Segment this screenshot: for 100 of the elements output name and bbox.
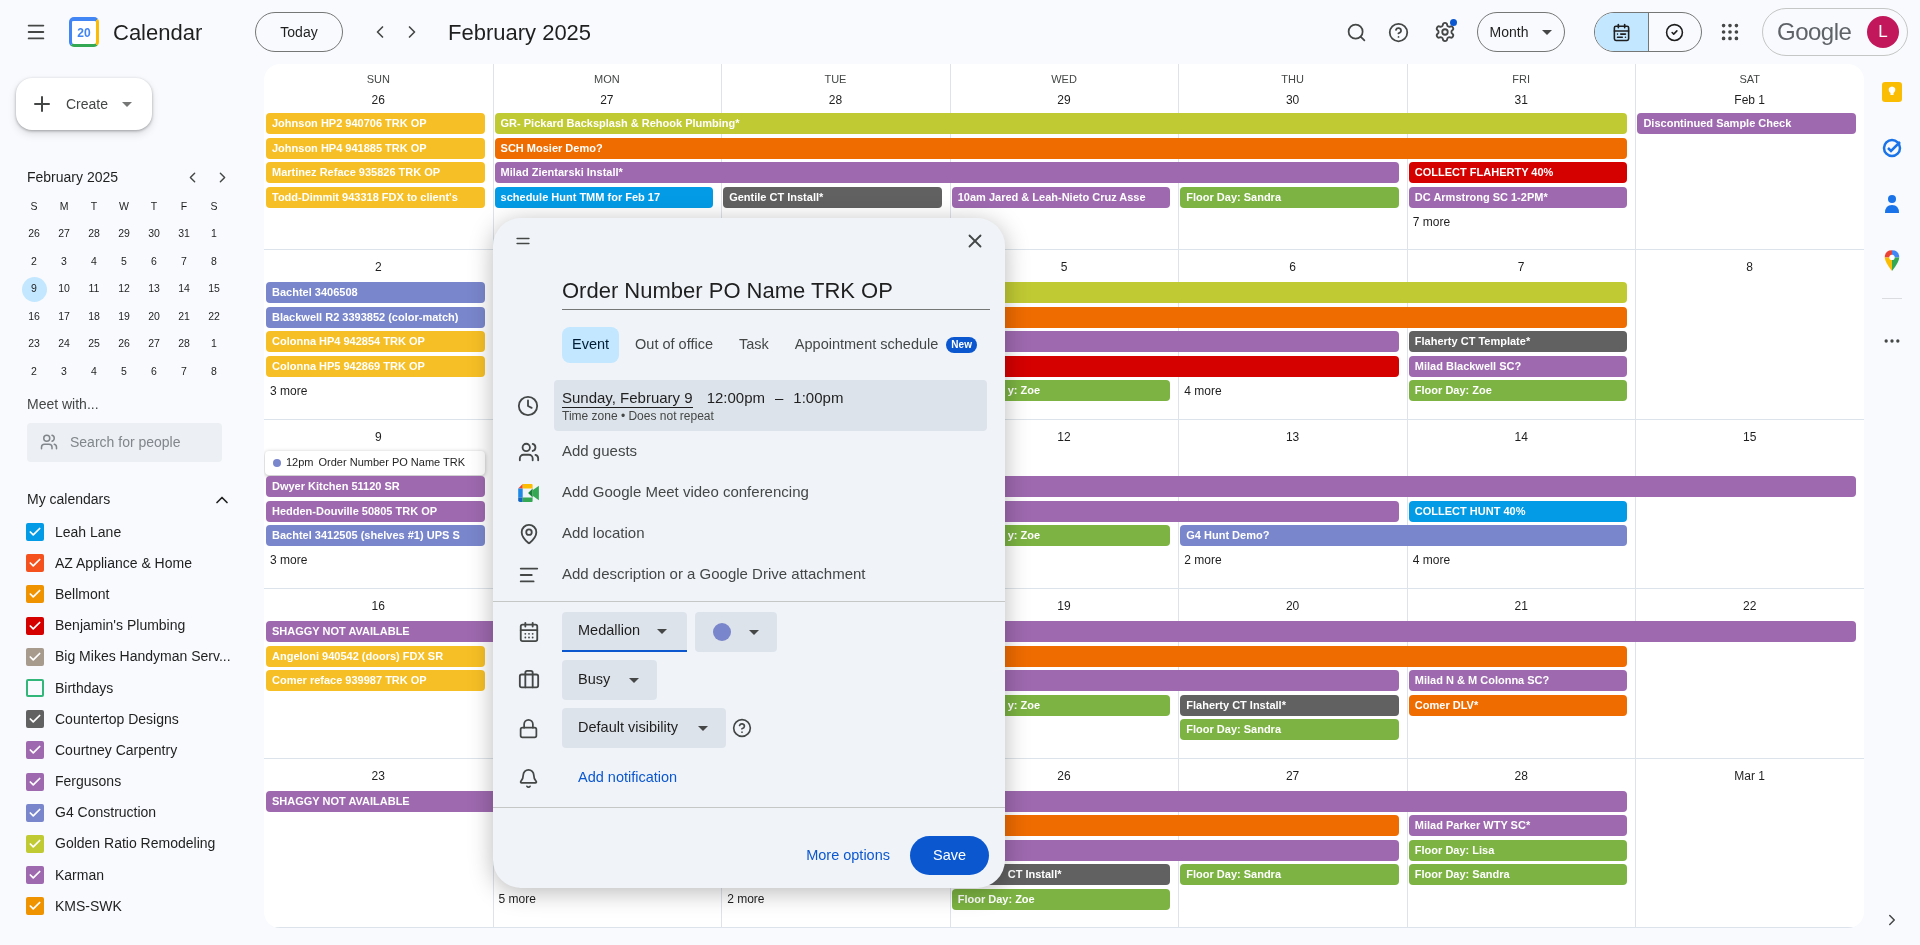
mini-calendar-day[interactable]: 31 (171, 221, 197, 247)
mini-calendar-day[interactable]: 6 (141, 359, 167, 385)
event-chip[interactable]: Milad N & M Colonna SC? (1408, 670, 1628, 691)
day-number[interactable]: 23 (371, 766, 385, 785)
mini-calendar-day[interactable]: 7 (171, 359, 197, 385)
day-number[interactable]: 14 (1514, 427, 1528, 446)
event-type-tab[interactable]: Appointment schedule New (784, 327, 987, 363)
event-chip[interactable]: DC Armstrong SC 1-2PM* (1408, 186, 1628, 208)
event-type-tab[interactable]: Task (729, 327, 779, 363)
mini-calendar-day[interactable]: 4 (81, 359, 107, 385)
mini-calendar-day[interactable]: 14 (171, 276, 197, 302)
day-number[interactable]: 28 (828, 91, 843, 109)
mini-calendar-day[interactable]: 19 (111, 304, 137, 330)
day-number[interactable]: 26 (1057, 766, 1071, 785)
mini-calendar-day[interactable]: 29 (111, 221, 137, 247)
mini-calendar-day[interactable]: 28 (171, 331, 197, 357)
event-chip[interactable]: Flaherty CT Template* (1408, 331, 1628, 352)
mini-calendar-day[interactable]: 21 (171, 304, 197, 330)
create-button[interactable]: Create (16, 78, 152, 130)
event-chip[interactable]: Dwyer Kitchen 51120 SR (266, 476, 485, 497)
checkbox[interactable] (26, 585, 44, 604)
mini-calendar-day[interactable]: 2 (21, 359, 47, 385)
mini-calendar-day[interactable]: 5 (111, 249, 137, 275)
mini-calendar-day[interactable]: 2 (21, 249, 47, 275)
mini-calendar-day[interactable]: 30 (141, 221, 167, 247)
mini-calendar-day[interactable]: 4 (81, 249, 107, 275)
event-chip[interactable]: Flaherty CT Install* (1180, 694, 1399, 716)
more-options-link[interactable]: More options (806, 844, 890, 867)
day-number[interactable]: 22 (1743, 597, 1757, 615)
option-link[interactable]: Add guests (562, 440, 638, 463)
mini-calendar-day[interactable]: 12 (111, 276, 137, 302)
mini-calendar-day[interactable]: 28 (81, 221, 107, 247)
event-chip[interactable]: Gentile CT Install* (723, 186, 942, 208)
checkbox[interactable] (26, 834, 44, 853)
mini-calendar-day[interactable]: 1 (201, 331, 227, 357)
day-number[interactable]: 16 (371, 597, 385, 615)
more-events-link[interactable]: 4 more (1184, 380, 1222, 402)
mini-calendar-day[interactable]: 20 (141, 304, 167, 330)
checkbox[interactable] (26, 647, 44, 666)
mini-calendar-day[interactable]: 16 (21, 304, 47, 330)
more-events-link[interactable]: 2 more (1184, 550, 1222, 572)
option-link[interactable]: Add location (562, 522, 645, 545)
save-button[interactable]: Save (910, 836, 989, 875)
checkbox[interactable] (26, 772, 44, 791)
day-number[interactable]: Mar 1 (1734, 766, 1766, 785)
map-pin-icon[interactable] (1883, 250, 1901, 272)
person-icon[interactable] (1882, 194, 1902, 214)
day-number[interactable]: 28 (1514, 766, 1528, 785)
option-link[interactable]: Add description or a Google Drive attachment (562, 563, 866, 586)
mini-calendar-day[interactable]: 26 (111, 331, 137, 357)
mini-calendar-day[interactable]: 23 (21, 331, 47, 357)
day-number[interactable]: 31 (1514, 91, 1528, 109)
checkbox[interactable] (26, 710, 44, 729)
day-number[interactable]: 13 (1285, 427, 1300, 446)
event-chip[interactable]: Discontinued Sample Check (1637, 113, 1856, 134)
more-events-link[interactable]: 5 more (498, 889, 536, 911)
mini-calendar-day[interactable]: 5 (111, 359, 137, 385)
mini-calendar-day[interactable]: 7 (171, 249, 197, 275)
event-date[interactable]: Sunday, February 9 (562, 387, 693, 408)
visibility-select[interactable]: Default visibility (562, 708, 726, 748)
add-notification-link[interactable]: Add notification (578, 767, 678, 789)
day-number[interactable]: 7 (1517, 258, 1525, 276)
mini-calendar-day[interactable]: 13 (141, 276, 167, 302)
day-number[interactable]: 6 (1289, 258, 1296, 276)
mini-calendar-day[interactable]: 15 (201, 276, 227, 302)
event-chip[interactable]: COLLECT FLAHERTY 40% (1408, 162, 1628, 183)
checkbox[interactable] (26, 523, 44, 542)
checkbox[interactable] (26, 741, 44, 760)
checkbox[interactable] (26, 616, 44, 635)
more-events-link[interactable]: 3 more (270, 380, 308, 402)
mini-calendar-day[interactable]: 1 (201, 221, 227, 247)
mini-calendar-day[interactable]: 10 (51, 276, 77, 302)
mini-calendar-day[interactable]: 9 (21, 276, 47, 302)
day-number[interactable]: 27 (600, 91, 614, 109)
calendar-select[interactable]: Medallion (562, 612, 687, 652)
event-chip[interactable]: Milad Parker WTY SC* (1408, 815, 1628, 836)
event-chip[interactable]: Milad Zientarski Install* (494, 162, 1399, 183)
day-number[interactable]: 2 (374, 258, 382, 276)
event-type-tab[interactable]: Event (562, 327, 620, 363)
more-events-link[interactable]: 4 more (1412, 550, 1451, 572)
people-search-field[interactable]: Search for people (27, 422, 222, 462)
color-select[interactable] (695, 612, 777, 652)
day-number[interactable]: 21 (1514, 597, 1528, 615)
day-number[interactable]: 19 (1057, 597, 1071, 615)
checkbox[interactable] (26, 866, 44, 885)
mini-calendar-day[interactable]: 26 (21, 221, 47, 247)
more-events-link[interactable]: 7 more (1412, 211, 1451, 233)
day-number[interactable]: Feb 1 (1734, 91, 1766, 109)
mini-calendar-day[interactable]: 3 (51, 249, 77, 275)
mini-calendar-day[interactable]: 6 (141, 249, 167, 275)
date-time-field[interactable]: Sunday, February 9 12:00pm – 1:00pm Time zone • Does not repeat (554, 380, 987, 431)
check-circle-icon[interactable] (1882, 138, 1902, 158)
day-number[interactable]: 29 (1057, 91, 1071, 109)
option-link[interactable]: Add Google Meet video conferencing (562, 481, 809, 504)
day-number[interactable]: 8 (1746, 258, 1754, 276)
mini-calendar-day[interactable]: 24 (51, 331, 77, 357)
more-events-link[interactable]: 3 more (270, 550, 308, 572)
more-events-link[interactable]: 2 more (727, 889, 765, 911)
end-time[interactable]: 1:00pm (793, 388, 844, 407)
mini-calendar-day[interactable]: 25 (81, 331, 107, 357)
